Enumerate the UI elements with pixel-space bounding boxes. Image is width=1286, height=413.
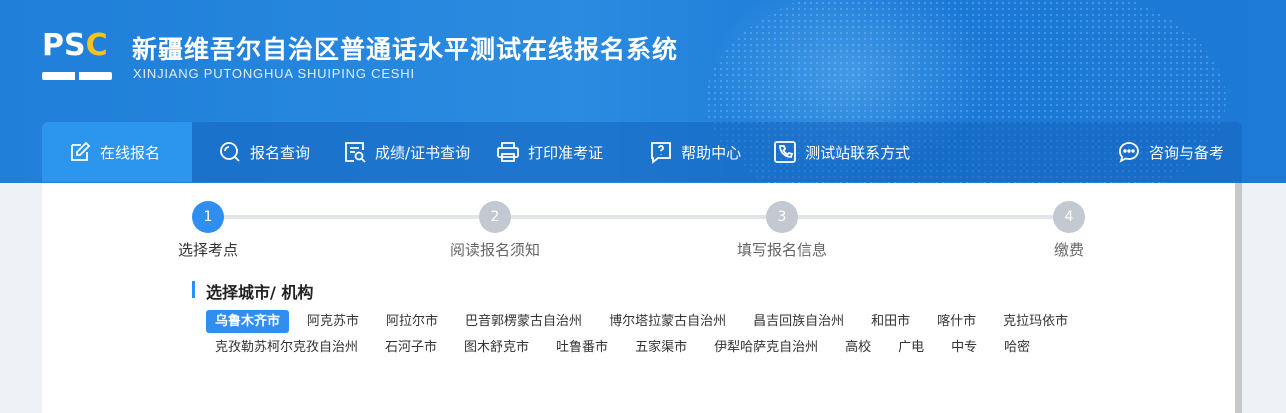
chat-bubble-icon bbox=[1119, 142, 1139, 163]
city-option[interactable]: 博尔塔拉蒙古自治州 bbox=[600, 310, 735, 333]
progress-steps: 1 2 3 4 选择考点 阅读报名须知 填写报名信息 缴费 bbox=[42, 183, 1242, 273]
city-list: 乌鲁木齐市 阿克苏市 阿拉尔市 巴音郭楞蒙古自治州 博尔塔拉蒙古自治州 昌吉回族自治州 和田… bbox=[206, 310, 1106, 359]
nav-registration-query[interactable]: 报名查询 bbox=[218, 122, 310, 182]
header-banner: PSC 新疆维吾尔自治区普通话水平测试在线报名系统 XINJIANG PUTON… bbox=[0, 0, 1286, 183]
step-2-label: 阅读报名须知 bbox=[449, 241, 541, 259]
search-circle-icon bbox=[220, 142, 240, 162]
psc-logo: PSC bbox=[42, 30, 114, 86]
nav-online-registration[interactable]: 在线报名 bbox=[42, 122, 192, 182]
step-connector bbox=[495, 215, 782, 219]
step-2-circle: 2 bbox=[479, 201, 511, 233]
step-1-label: 选择考点 bbox=[177, 241, 239, 259]
city-option[interactable]: 五家渠市 bbox=[626, 336, 696, 359]
step-4-circle: 4 bbox=[1053, 201, 1085, 233]
city-option[interactable]: 和田市 bbox=[862, 310, 919, 333]
scrollbar[interactable] bbox=[1235, 183, 1242, 413]
section-title: 选择城市/ 机构 bbox=[192, 279, 313, 303]
printer-icon bbox=[497, 142, 519, 162]
step-4-label: 缴费 bbox=[1053, 241, 1085, 259]
city-option[interactable]: 吐鲁番市 bbox=[547, 336, 617, 359]
content-card: 1 2 3 4 选择考点 阅读报名须知 填写报名信息 缴费 选择城市/ 机构 乌… bbox=[42, 183, 1242, 413]
city-option[interactable]: 哈密 bbox=[995, 336, 1039, 359]
city-option[interactable]: 昌吉回族自治州 bbox=[744, 310, 853, 333]
nav-score-certificate-query[interactable]: 成绩/证书查询 bbox=[343, 122, 470, 182]
edit-icon bbox=[71, 141, 91, 161]
city-option[interactable]: 图木舒克市 bbox=[455, 336, 538, 359]
nav-consult-prepare[interactable]: 咨询与备考 bbox=[1117, 122, 1224, 182]
help-chat-icon bbox=[651, 142, 671, 164]
site-title: 新疆维吾尔自治区普通话水平测试在线报名系统 bbox=[132, 35, 679, 64]
city-option[interactable]: 克拉玛依市 bbox=[994, 310, 1077, 333]
step-connector bbox=[208, 215, 495, 219]
phone-icon bbox=[774, 141, 797, 163]
city-option[interactable]: 喀什市 bbox=[928, 310, 985, 333]
city-option[interactable]: 巴音郭楞蒙古自治州 bbox=[456, 310, 591, 333]
main-nav: 在线报名 报名查询 成绩/证书查询 打印准考证 帮助中心 测试站联系方式 咨询与… bbox=[42, 122, 1242, 182]
city-option[interactable]: 高校 bbox=[836, 336, 880, 359]
city-option[interactable]: 石河子市 bbox=[376, 336, 446, 359]
site-subtitle: XINJIANG PUTONGHUA SHUIPING CESHI bbox=[133, 66, 415, 81]
document-search-icon bbox=[345, 142, 366, 163]
city-option[interactable]: 中专 bbox=[942, 336, 986, 359]
nav-print-admission-ticket[interactable]: 打印准考证 bbox=[496, 122, 603, 182]
nav-help-center[interactable]: 帮助中心 bbox=[649, 122, 741, 182]
step-3-circle: 3 bbox=[766, 201, 798, 233]
city-option[interactable]: 乌鲁木齐市 bbox=[206, 310, 290, 333]
step-connector bbox=[782, 215, 1069, 219]
city-option[interactable]: 阿克苏市 bbox=[298, 310, 368, 333]
step-1-circle: 1 bbox=[192, 201, 224, 233]
city-option[interactable]: 广电 bbox=[889, 336, 933, 359]
city-option[interactable]: 克孜勒苏柯尔克孜自治州 bbox=[206, 336, 367, 359]
city-option[interactable]: 阿拉尔市 bbox=[377, 310, 447, 333]
step-3-label: 填写报名信息 bbox=[736, 241, 828, 259]
nav-test-station-contacts[interactable]: 测试站联系方式 bbox=[773, 122, 910, 182]
city-option[interactable]: 伊犁哈萨克自治州 bbox=[705, 336, 827, 359]
